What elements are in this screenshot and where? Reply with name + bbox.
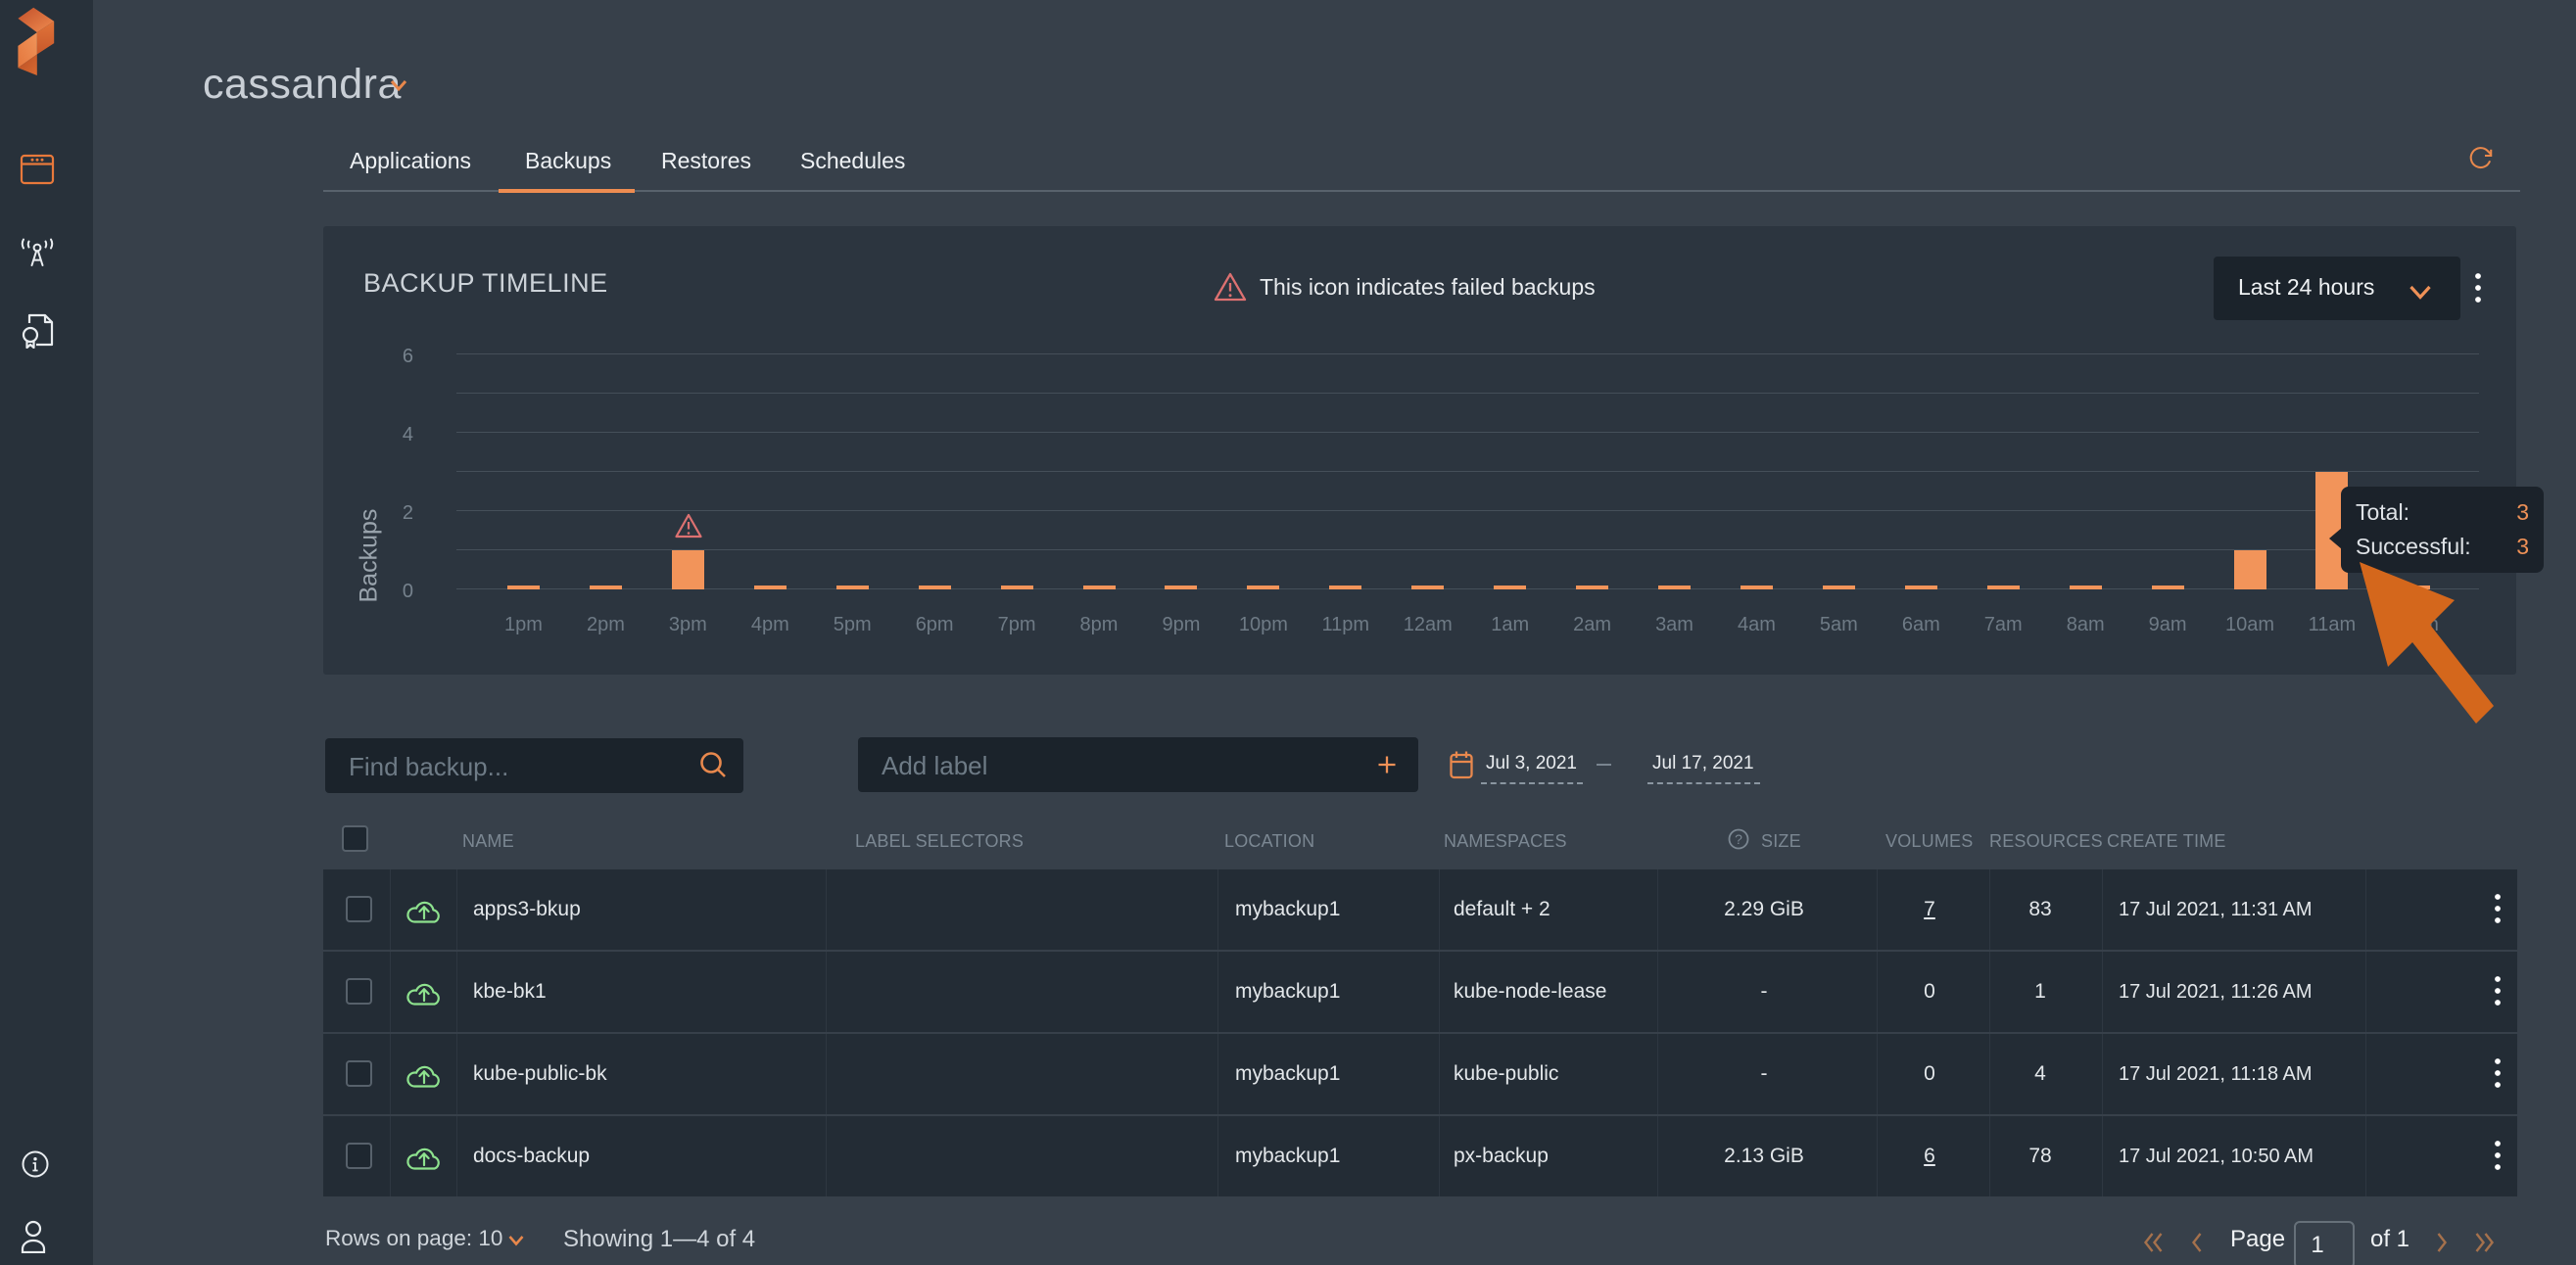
svg-text:?: ? xyxy=(1735,831,1742,847)
